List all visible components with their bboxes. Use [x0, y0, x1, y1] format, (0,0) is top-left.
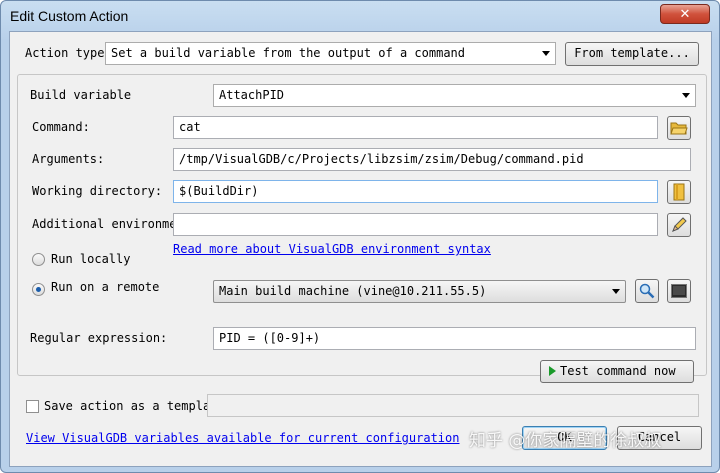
dialog-window: Edit Custom Action ✕ Action type Set a b… — [0, 0, 720, 473]
build-variable-dropdown[interactable]: AttachPID — [213, 84, 696, 107]
save-template-label: Save action as a templa — [44, 399, 211, 413]
dialog-client-area: Action type Set a build variable from th… — [9, 31, 712, 467]
chevron-down-icon — [682, 93, 690, 98]
chevron-down-icon — [612, 289, 620, 294]
browse-command-button[interactable] — [667, 116, 691, 140]
from-template-button[interactable]: From template... — [565, 42, 699, 66]
test-command-label: Test command now — [560, 364, 676, 378]
variables-link[interactable]: View VisualGDB variables available for c… — [26, 431, 459, 445]
save-template-checkbox[interactable] — [26, 400, 39, 413]
action-type-label: Action type — [25, 46, 105, 60]
remote-machine-dropdown[interactable]: Main build machine (vine@10.211.55.5) — [213, 280, 626, 303]
run-remote-radio[interactable] — [32, 283, 45, 296]
action-type-value: Set a build variable from the output of … — [111, 46, 466, 60]
build-variable-value: AttachPID — [219, 88, 285, 102]
additional-env-input[interactable] — [173, 213, 658, 236]
template-name-input[interactable] — [207, 394, 699, 417]
terminal-button[interactable] — [667, 279, 691, 303]
edit-env-button[interactable] — [667, 213, 691, 237]
close-icon: ✕ — [679, 6, 691, 22]
command-label: Command: — [32, 120, 90, 134]
env-syntax-link[interactable]: Read more about VisualGDB environment sy… — [173, 242, 491, 256]
chevron-down-icon — [542, 51, 550, 56]
arguments-input[interactable]: /tmp/VisualGDB/c/Projects/libzsim/zsim/D… — [173, 148, 691, 171]
play-icon — [549, 366, 556, 376]
working-directory-input[interactable]: $(BuildDir) — [173, 180, 658, 203]
search-icon — [639, 283, 655, 299]
regex-label: Regular expression: — [30, 331, 168, 345]
test-command-button[interactable]: Test command now — [540, 360, 694, 383]
build-variable-label: Build variable — [30, 88, 132, 102]
arguments-label: Arguments: — [32, 152, 105, 166]
folder-icon — [673, 183, 685, 201]
regex-input[interactable]: PID = ([0-9]+) — [213, 327, 696, 350]
search-remote-button[interactable] — [635, 279, 659, 303]
remote-machine-value: Main build machine (vine@10.211.55.5) — [219, 284, 487, 298]
run-remote-label: Run on a remote — [51, 280, 160, 294]
title-bar[interactable]: Edit Custom Action ✕ — [1, 1, 719, 31]
browse-directory-button[interactable] — [667, 180, 691, 204]
terminal-icon — [671, 284, 687, 298]
command-input[interactable]: cat — [173, 116, 658, 139]
close-button[interactable]: ✕ — [660, 4, 710, 24]
watermark-text: 知乎 @你家隔壁的徐叔叔 — [469, 431, 662, 451]
run-locally-radio[interactable] — [32, 253, 45, 266]
run-locally-label: Run locally — [51, 252, 131, 266]
additional-env-label: Additional environme — [32, 217, 177, 231]
window-title: Edit Custom Action — [10, 8, 129, 24]
working-directory-label: Working directory: — [32, 184, 163, 198]
action-type-dropdown[interactable]: Set a build variable from the output of … — [105, 42, 556, 65]
folder-open-icon — [670, 122, 688, 135]
pencil-icon — [672, 217, 687, 232]
